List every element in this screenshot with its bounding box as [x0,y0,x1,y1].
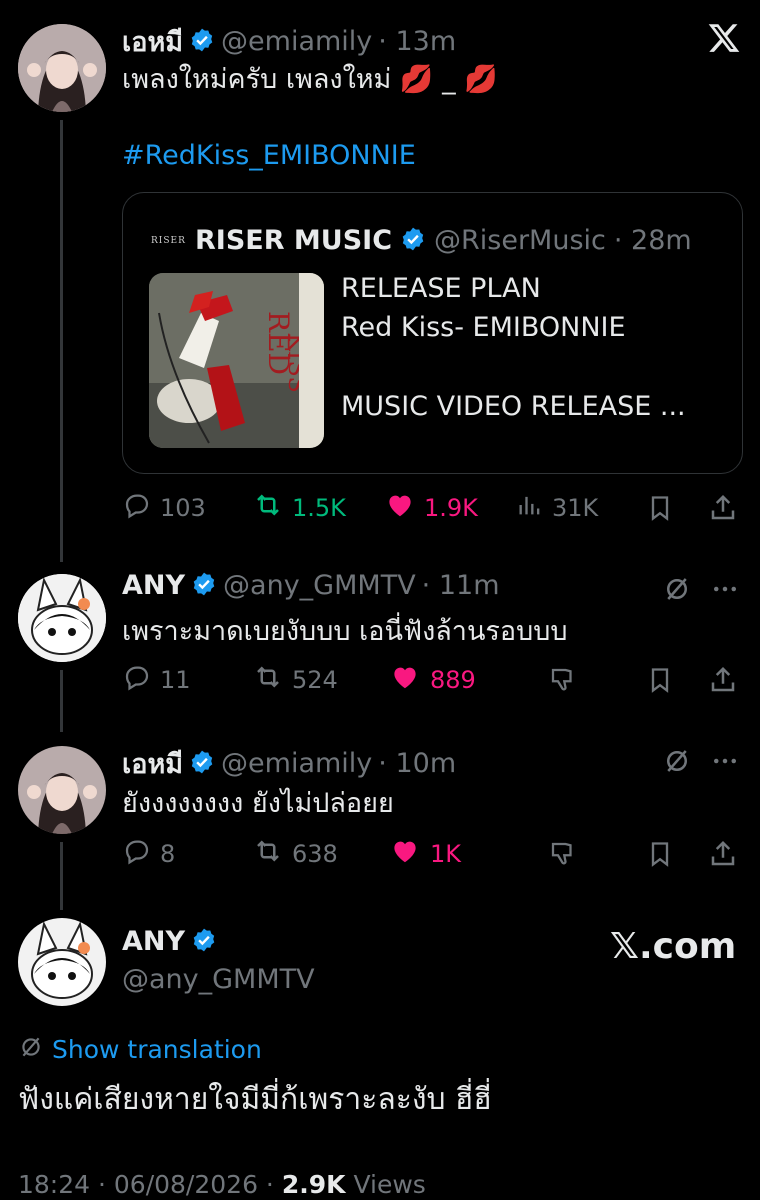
show-translation-label[interactable]: Show translation [52,1035,262,1064]
retweet-count: 524 [292,666,338,694]
avatar[interactable] [18,574,106,662]
quote-tweet-card[interactable]: RISER RISER MUSIC @RiserMusic · 28m RED … [122,192,743,474]
tweet-text: เพราะมาดเบยงับบบ เอนี่ฟังล้านรอบบบ [122,616,568,647]
verified-badge-icon [189,749,215,779]
quote-media-image[interactable]: RED KISS [149,273,324,448]
retweet-button[interactable]: 524 [252,662,338,698]
bookmark-icon[interactable] [644,490,676,526]
reply-button[interactable]: 8 [122,836,175,872]
like-count: 1K [430,840,462,868]
riser-logo: RISER [151,235,186,246]
retweet-button[interactable]: 1.5K [252,490,346,526]
reply-button[interactable]: 103 [122,490,206,526]
tweet-time[interactable]: · 11m [422,570,500,601]
share-icon[interactable] [706,662,740,698]
tweet-text: เพลงใหม่ครับ เพลงใหม่ 💋 _ 💋 [122,64,498,95]
views-button[interactable]: 31K [516,490,598,526]
tweet-time[interactable]: · 10m [378,748,456,779]
retweet-icon [252,662,284,698]
show-translation-link[interactable]: Show translation [18,1034,262,1064]
tweet-time[interactable]: · 13m [378,26,456,57]
dislike-icon[interactable] [546,836,580,872]
like-count: 889 [430,666,476,694]
reply-icon [122,836,152,872]
x-logo-icon[interactable] [704,18,744,58]
verified-badge-icon [191,571,217,601]
views-count: 31K [552,494,599,522]
author-handle[interactable]: @any_GMMTV [122,964,315,995]
quote-author-name[interactable]: RISER MUSIC [195,225,392,256]
verified-badge-icon [400,226,426,256]
author-name[interactable]: ANY [122,570,185,601]
x-com-brand: 𝕏.com [610,926,737,967]
quote-author-handle[interactable]: @RiserMusic [434,225,606,256]
retweet-count: 1.5K [292,494,346,522]
views-count: 2.9K [281,1170,346,1199]
share-icon[interactable] [706,836,740,872]
dislike-icon[interactable] [546,662,580,698]
heart-filled-icon [384,490,416,526]
retweet-button[interactable]: 638 [252,836,338,872]
focus-tweet-text: ฟังแค่เสียงหายใจมีมี่ก้เพราะละงับ ฮี่ฮี่ [18,1082,492,1117]
views-chart-icon [516,490,544,526]
reply-icon [122,662,152,698]
avatar[interactable] [18,746,106,834]
quote-line-3: MUSIC VIDEO RELEASE ... [341,391,686,422]
like-button[interactable]: 889 [388,662,476,698]
quote-time: · 28m [613,225,692,256]
reply-button[interactable]: 11 [122,662,191,698]
quote-line-2: Red Kiss- EMIBONNIE [341,312,626,343]
reply-icon [122,490,152,526]
verified-badge-icon [189,27,215,57]
heart-filled-icon [388,662,422,698]
translate-off-icon[interactable] [660,572,694,606]
tweet-meta: 18:24 · 06/08/2026 · 2.9K Views [18,1170,426,1199]
more-options-icon[interactable] [708,572,742,606]
bookmark-icon[interactable] [644,662,676,698]
author-handle[interactable]: @emiamily [221,748,372,779]
avatar[interactable] [18,24,106,112]
reply-count: 11 [160,666,191,694]
more-options-icon[interactable] [708,744,742,778]
share-icon[interactable] [706,490,740,526]
reply-count: 8 [160,840,176,868]
author-name[interactable]: ANY [122,926,185,957]
bookmark-icon[interactable] [644,836,676,872]
heart-filled-icon [388,836,422,872]
tweet-timestamp[interactable]: 18:24 · 06/08/2026 · [18,1170,282,1199]
hashtag-link[interactable]: #RedKiss_EMIBONNIE [122,140,416,171]
thread-line [60,670,63,732]
tweet-text: ยังงงงงงงง ยังไม่ปล่อยย [122,788,394,819]
author-name[interactable]: เอหมี [122,742,183,785]
reply-count: 103 [160,494,206,522]
like-button[interactable]: 1.9K [384,490,478,526]
retweet-count: 638 [292,840,338,868]
thread-line [60,842,63,910]
verified-badge-icon [191,927,217,957]
like-button[interactable]: 1K [388,836,461,872]
thread-line [60,120,63,562]
quote-line-1: RELEASE PLAN [341,273,541,304]
retweet-icon [252,836,284,872]
author-handle[interactable]: @any_GMMTV [223,570,416,601]
translate-icon [18,1034,44,1064]
translate-off-icon[interactable] [660,744,694,778]
avatar[interactable] [18,918,106,1006]
views-label: Views [345,1170,426,1199]
author-handle[interactable]: @emiamily [221,26,372,57]
retweet-icon [252,490,284,526]
like-count: 1.9K [424,494,478,522]
author-name[interactable]: เอหมี [122,20,183,63]
